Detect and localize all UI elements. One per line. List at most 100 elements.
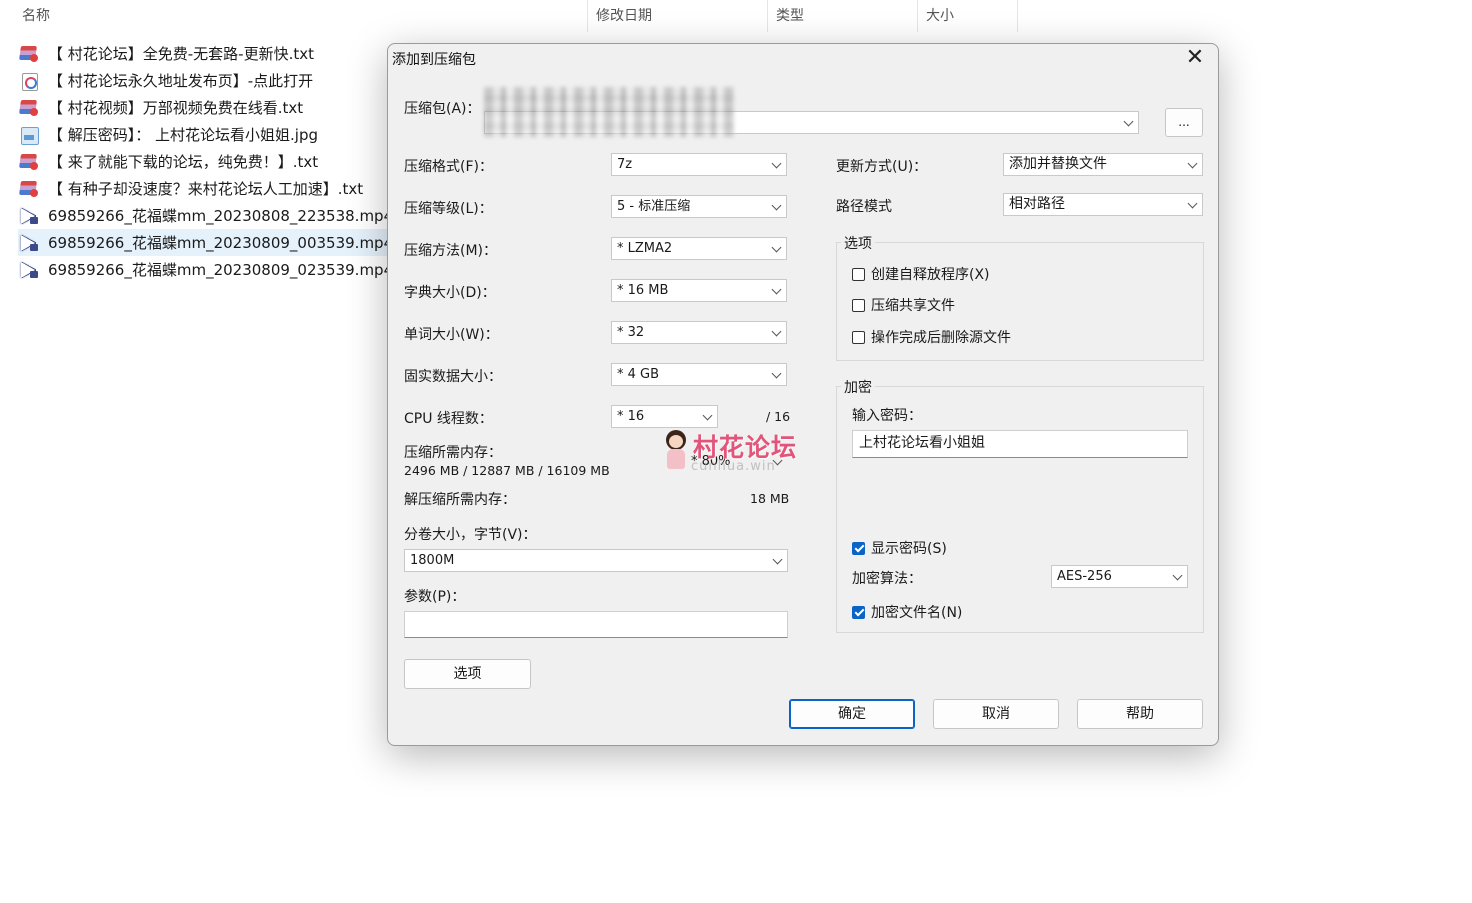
options-group-title: 选项 [841,233,875,253]
archive-file-icon [18,179,40,199]
dict-select[interactable]: * 16 MB [611,279,787,302]
help-button[interactable]: 帮助 [1077,699,1203,729]
column-size[interactable]: 大小 [918,0,1018,32]
close-icon[interactable]: ✕ [1184,47,1206,70]
format-select[interactable]: 7z [611,153,787,176]
decomp-memory-label: 解压缩所需内存： [404,492,516,508]
dialog-title: 添加到压缩包 [392,52,476,68]
cpu-value: * 16 [617,409,645,424]
file-row[interactable]: 【 村花视频】万部视频免费在线看.txt [18,94,388,121]
chevron-down-icon [1123,116,1134,127]
update-label: 更新方式(U)： [836,159,928,175]
path-mode-label: 路径模式 [836,199,892,215]
file-row[interactable]: 69859266_花福蝶mm_20230809_023539.mp4 [18,256,393,283]
level-select[interactable]: 5 - 标准压缩 [611,195,787,218]
method-label: 压缩方法(M)： [404,243,498,259]
column-type[interactable]: 类型 [768,0,918,32]
checkbox-box [852,298,865,312]
method-select[interactable]: * LZMA2 [611,237,787,260]
file-row[interactable]: 【 村花论坛】全免费-无套路-更新快.txt [18,40,388,67]
cancel-button[interactable]: 取消 [933,699,1059,729]
algorithm-select[interactable]: AES-256 [1051,565,1188,588]
file-row[interactable]: 【 解压密码】： 上村花论坛看小姐姐.jpg [18,121,388,148]
chevron-down-icon [1172,570,1183,581]
image-file-icon [18,125,40,145]
word-value: * 32 [617,325,645,340]
chevron-down-icon [771,242,782,253]
password-label: 输入密码： [852,408,922,424]
show-password-checkbox[interactable]: 显示密码(S) [852,538,947,558]
format-label: 压缩格式(F)： [404,159,493,175]
chevron-down-icon [772,554,783,565]
params-label: 参数(P)： [404,589,466,605]
checkbox-checked [852,605,865,619]
shared-checkbox[interactable]: 压缩共享文件 [852,295,955,315]
video-file-icon [18,205,40,226]
file-name: 【 有种子却没速度？来村花论坛人工加速】.txt [48,180,364,198]
algorithm-value: AES-256 [1057,569,1112,584]
cpu-total: / 16 [766,409,791,424]
file-list-header: 名称 修改日期 类型 大小 ⌃ [0,0,1018,32]
volume-label: 分卷大小，字节(V)： [404,527,537,543]
archive-label: 压缩包(A)： [404,101,481,117]
file-name: 69859266_花福蝶mm_20230809_023539.mp4 [48,261,394,279]
level-value: 5 - 标准压缩 [617,199,691,214]
cpu-select[interactable]: * 16 [611,405,718,428]
method-value: * LZMA2 [617,241,673,256]
solid-label: 固实数据大小： [404,369,502,385]
update-select[interactable]: 添加并替换文件 [1003,153,1203,176]
archive-file-icon [18,152,40,172]
word-select[interactable]: * 32 [611,321,787,344]
encryption-group-title: 加密 [841,377,875,397]
chevron-down-icon [771,200,782,211]
encrypt-names-checkbox[interactable]: 加密文件名(N) [852,602,962,622]
checkbox-box [852,267,865,281]
sfx-checkbox[interactable]: 创建自释放程序(X) [852,264,990,284]
delete-source-label: 操作完成后删除源文件 [871,330,1011,346]
path-mode-select[interactable]: 相对路径 [1003,193,1203,216]
archive-file-icon [18,98,40,118]
chevron-down-icon [771,284,782,295]
volume-select[interactable]: 1800M [404,549,788,572]
chevron-down-icon [771,368,782,379]
options-button[interactable]: 选项 [404,659,531,689]
file-row[interactable]: 69859266_花福蝶mm_20230808_223538.mp4 [18,202,393,229]
column-modified[interactable]: 修改日期 [588,0,768,32]
browse-button[interactable]: ... [1165,108,1203,137]
chevron-down-icon [771,326,782,337]
solid-select[interactable]: * 4 GB [611,363,787,386]
web-file-icon [18,71,40,91]
file-row[interactable]: 【 有种子却没速度？来村花论坛人工加速】.txt [18,175,388,202]
file-row[interactable]: 【 村花论坛永久地址发布页】-点此打开 [18,67,388,94]
dict-label: 字典大小(D)： [404,285,496,301]
video-file-icon [18,232,40,253]
volume-value: 1800M [410,553,455,568]
file-row-selected[interactable]: 69859266_花福蝶mm_20230809_003539.mp4 [18,229,393,256]
cpu-label: CPU 线程数： [404,411,493,427]
file-name: 【 村花论坛】全免费-无套路-更新快.txt [48,45,315,63]
show-password-label: 显示密码(S) [871,541,947,557]
file-name: 【 来了就能下载的论坛，纯免费！】.txt [48,153,319,171]
sort-up-icon: ⌃ [294,0,303,7]
video-file-icon [18,259,40,280]
watermark-girl-icon [663,430,689,470]
add-to-archive-dialog: 添加到压缩包 ✕ 压缩包(A)： ... 压缩格式(F)： 7z 压缩等级(L)… [387,43,1219,746]
format-value: 7z [617,157,633,172]
algorithm-label: 加密算法： [852,571,922,587]
chevron-down-icon [702,410,713,421]
password-input[interactable]: 上村花论坛看小姐姐 [852,430,1188,458]
file-name: 【 村花视频】万部视频免费在线看.txt [48,99,304,117]
solid-value: * 4 GB [617,367,660,382]
file-name: 【 解压密码】： 上村花论坛看小姐姐.jpg [48,126,319,144]
level-label: 压缩等级(L)： [404,201,493,217]
sfx-label: 创建自释放程序(X) [871,267,990,283]
params-input[interactable] [404,611,788,638]
checkbox-box [852,330,865,344]
update-value: 添加并替换文件 [1009,156,1107,172]
redacted-path [484,87,734,137]
ok-button[interactable]: 确定 [789,699,915,729]
delete-source-checkbox[interactable]: 操作完成后删除源文件 [852,327,1011,347]
chevron-down-icon [1187,158,1198,169]
file-name: 69859266_花福蝶mm_20230809_003539.mp4 [48,234,394,252]
file-row[interactable]: 【 来了就能下载的论坛，纯免费！】.txt [18,148,388,175]
